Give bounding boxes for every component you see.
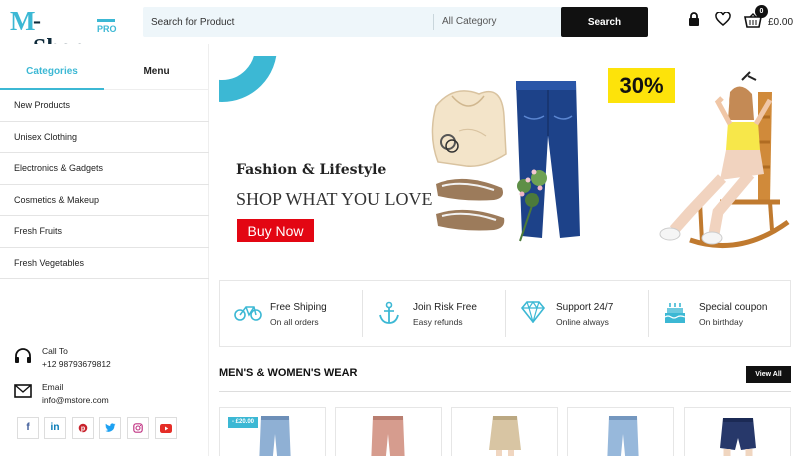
mail-icon: [14, 384, 32, 403]
feature-sub: On all orders: [270, 317, 319, 327]
product-image: [371, 416, 405, 456]
cart-count-badge: 0: [755, 5, 768, 18]
cart-total[interactable]: £0.00: [768, 17, 793, 28]
instagram-icon[interactable]: [127, 417, 149, 439]
logo-pro: PRO: [97, 24, 117, 34]
logo-bar: [97, 19, 115, 22]
search-bar: All Category Search: [143, 7, 648, 37]
youtube-icon[interactable]: [155, 417, 177, 439]
product-image: [720, 418, 756, 456]
price-badge: - £20.00: [228, 417, 259, 428]
twitter-icon[interactable]: [99, 417, 121, 439]
email-title: Email: [42, 382, 64, 392]
search-input[interactable]: [143, 7, 431, 37]
product-card[interactable]: [684, 407, 791, 456]
anchor-icon: [377, 301, 401, 330]
model-rocking-chair-image: [659, 71, 790, 248]
tab-categories[interactable]: Categories: [0, 60, 104, 90]
product-card[interactable]: [451, 407, 558, 456]
category-item[interactable]: Fresh Vegetables: [0, 248, 209, 279]
header: M -Shop PRO All Category Search 0 £0.00: [0, 0, 800, 61]
svg-text:p: p: [81, 426, 85, 433]
fashion-products-image: [431, 81, 580, 242]
heart-icon[interactable]: [715, 11, 731, 31]
category-item[interactable]: New Products: [0, 90, 209, 122]
cake-icon: [663, 301, 687, 330]
hero-banner[interactable]: Fashion & Lifestyle SHOP WHAT YOU LOVE B…: [219, 56, 597, 260]
view-all-button[interactable]: View All: [746, 366, 791, 383]
category-item[interactable]: Electronics & Gadgets: [0, 153, 209, 185]
lock-icon[interactable]: [688, 12, 700, 31]
feature-join-risk-free: Join Risk Free Easy refunds: [363, 281, 506, 346]
tab-menu[interactable]: Menu: [104, 60, 209, 90]
product-image: [489, 416, 521, 456]
section-divider: [219, 391, 791, 392]
feature-free-shipping: Free Shiping On all orders: [220, 281, 363, 346]
pinterest-icon[interactable]: p: [72, 417, 94, 439]
section-title: MEN'S & WOMEN'S WEAR: [219, 367, 358, 379]
headset-icon: [14, 348, 32, 369]
feature-support: Support 24/7 Online always: [506, 281, 649, 346]
sidebar-tabs: Categories Menu: [0, 60, 209, 90]
contact-info: Call To +12 98793679812 Email info@mstor…: [14, 344, 204, 416]
category-select[interactable]: All Category: [433, 14, 561, 30]
sidebar: Categories Menu New Products Unisex Clot…: [0, 44, 209, 456]
category-item[interactable]: Cosmetics & Makeup: [0, 185, 209, 216]
feature-title: Join Risk Free: [413, 302, 477, 313]
bicycle-icon: [234, 301, 262, 328]
feature-title: Free Shiping: [270, 302, 327, 313]
category-item[interactable]: Fresh Fruits: [0, 216, 209, 248]
facebook-icon[interactable]: f: [17, 417, 39, 439]
feature-title: Support 24/7: [556, 302, 614, 313]
banner-title: SHOP WHAT YOU LOVE: [236, 189, 433, 209]
search-button[interactable]: Search: [561, 7, 648, 37]
feature-sub: Online always: [556, 317, 609, 327]
diamond-icon: [520, 300, 546, 328]
feature-title: Special coupon: [699, 302, 768, 313]
product-card[interactable]: [567, 407, 674, 456]
category-list: New Products Unisex Clothing Electronics…: [0, 90, 209, 279]
call-row: Call To +12 98793679812: [14, 344, 204, 380]
email-row: Email info@mstore.com: [14, 380, 204, 416]
feature-special-coupon: Special coupon On birthday: [649, 281, 792, 346]
linkedin-icon[interactable]: in: [44, 417, 66, 439]
call-title: Call To: [42, 346, 68, 356]
product-image: [259, 416, 291, 456]
logo-m: M: [10, 6, 36, 36]
features-bar: Free Shiping On all orders Join Risk Fre…: [219, 280, 791, 347]
call-value[interactable]: +12 98793679812: [42, 359, 111, 369]
buy-now-button[interactable]: Buy Now: [237, 219, 314, 242]
product-card[interactable]: - £20.00: [219, 407, 326, 456]
banner-subtitle: Fashion & Lifestyle: [236, 162, 387, 178]
feature-sub: On birthday: [699, 317, 743, 327]
banner-arc-decoration: [219, 56, 277, 102]
promo-banner[interactable]: 30%: [606, 56, 791, 260]
feature-sub: Easy refunds: [413, 317, 463, 327]
email-value[interactable]: info@mstore.com: [42, 395, 109, 405]
product-card[interactable]: [335, 407, 442, 456]
product-image: [607, 416, 639, 456]
category-item[interactable]: Unisex Clothing: [0, 122, 209, 153]
